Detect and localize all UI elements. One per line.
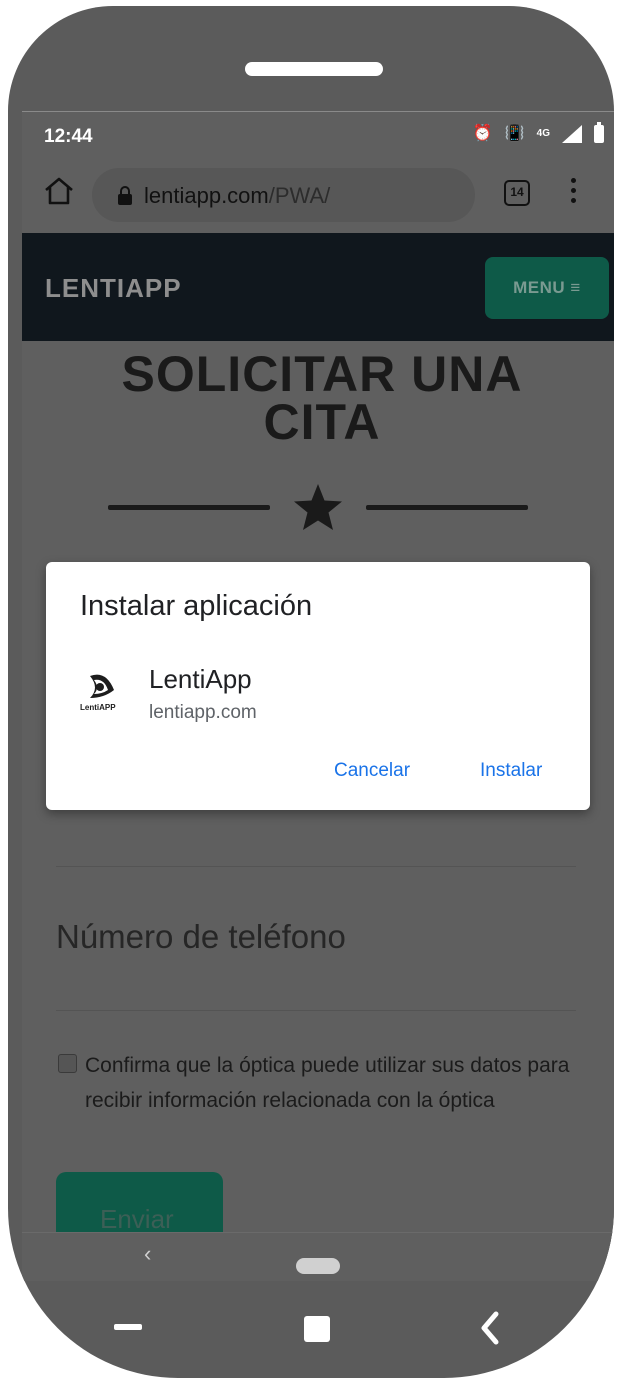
signal-icon [562,125,582,143]
cancel-button[interactable]: Cancelar [334,760,410,782]
phone-number-field[interactable]: Número de teléfono [56,918,346,956]
battery-icon [594,122,604,143]
send-button-label: Enviar [100,1204,174,1234]
gesture-nav-bar: ‹ [22,1232,614,1281]
site-brand[interactable]: LENTIAPP [45,273,182,304]
gesture-home-pill[interactable] [296,1258,340,1274]
field-underline [56,1010,576,1011]
divider-line-left [108,505,270,510]
gesture-back-icon[interactable]: ‹ [144,1241,151,1267]
app-logo-text: LentiAPP [80,703,116,712]
app-name: LentiApp [149,664,252,694]
status-icons: ⏰ 📳 4G [472,122,604,144]
dialog-title: Instalar aplicación [80,590,313,622]
app-domain: lentiapp.com [149,702,257,723]
page-title-line1: SOLICITAR UNA [121,346,523,402]
more-options-icon[interactable] [568,178,578,208]
status-bar: 12:44 ⏰ 📳 4G [22,112,614,158]
phone-speaker [245,62,383,76]
tab-switcher-button[interactable]: 14 [504,180,530,206]
page-title: SOLICITAR UNA CITA [82,346,562,450]
install-dialog: Instalar aplicación LentiAPP LentiApp le… [46,562,590,810]
page-title-line2: CITA [263,394,381,450]
url-text: lentiapp.com/PWA/ [144,183,330,209]
alarm-icon: ⏰ [472,125,493,142]
install-button[interactable]: Instalar [480,760,542,782]
app-logo-icon: LentiAPP [80,674,116,712]
star-icon [294,484,342,530]
divider-line-right [366,505,528,510]
home-icon[interactable] [42,174,76,208]
field-underline [56,866,576,867]
status-time: 12:44 [44,126,93,147]
url-path: /PWA/ [268,183,331,208]
consent-checkbox[interactable] [58,1054,77,1073]
vibrate-icon: 📳 [504,125,525,142]
network-type-icon: 4G [536,128,550,139]
site-navbar: LENTIAPP MENU ≡ [22,233,614,341]
url-domain: lentiapp.com [144,183,269,208]
hardware-nav-bar [8,1296,614,1378]
lock-icon [118,186,132,205]
menu-button[interactable]: MENU ≡ [485,257,609,319]
browser-toolbar: lentiapp.com/PWA/ 14 [22,160,614,226]
consent-label: Confirma que la óptica puede utilizar su… [85,1054,570,1112]
back-icon[interactable] [474,1308,504,1348]
recent-apps-icon[interactable] [114,1324,142,1330]
address-bar[interactable]: lentiapp.com/PWA/ [92,168,475,222]
home-square-icon[interactable] [304,1316,330,1342]
